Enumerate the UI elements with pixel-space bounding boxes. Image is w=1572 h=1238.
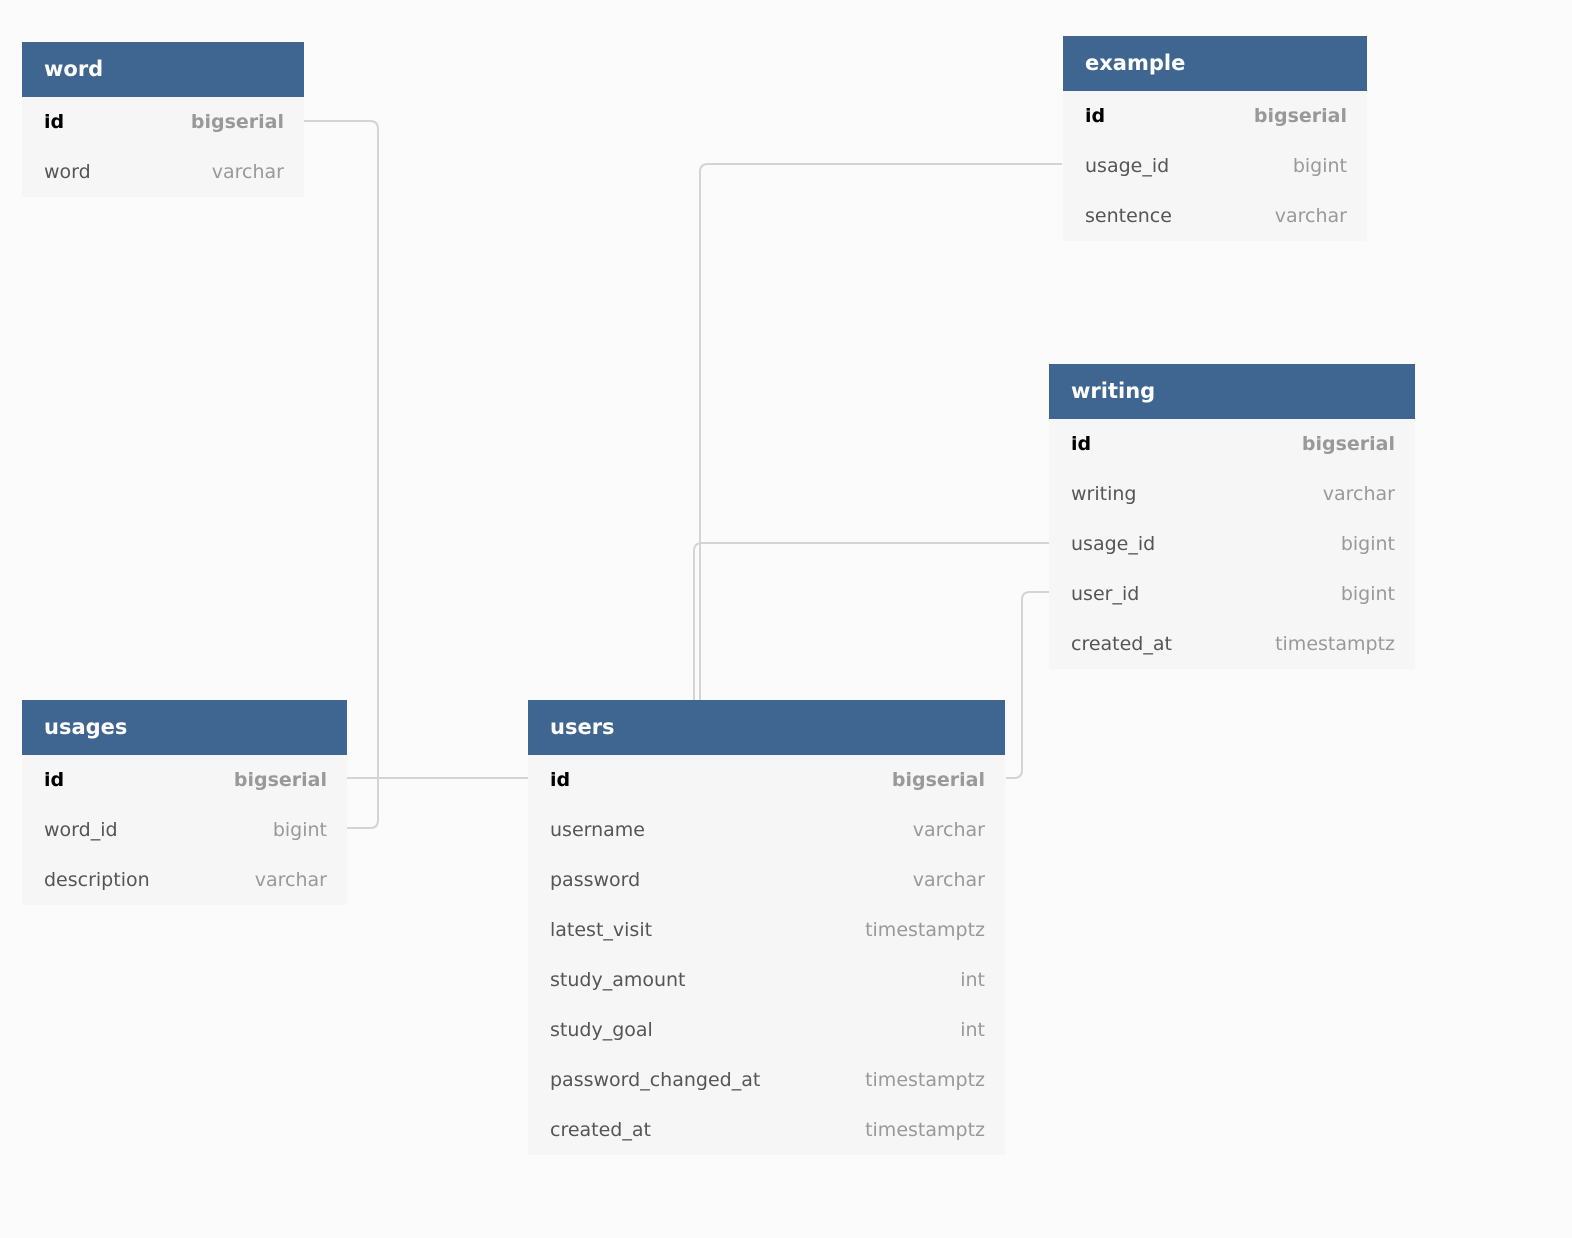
- link-example-usage-id-users[interactable]: [699, 163, 1062, 700]
- table-example[interactable]: example id bigserial usage_id bigint sentence…: [1063, 36, 1367, 241]
- column-row[interactable]: password_changed_at timestamptz: [528, 1055, 1005, 1105]
- link-writing-usage-id-users[interactable]: [693, 542, 1049, 700]
- column-name: word: [44, 161, 91, 183]
- column-row[interactable]: id bigserial: [22, 97, 304, 147]
- column-row[interactable]: sentence varchar: [1063, 191, 1367, 241]
- column-row[interactable]: id bigserial: [528, 755, 1005, 805]
- column-row[interactable]: username varchar: [528, 805, 1005, 855]
- column-name: id: [1071, 433, 1092, 455]
- column-name: writing: [1071, 483, 1137, 505]
- column-type: bigint: [1340, 533, 1395, 555]
- column-type: varchar: [1322, 483, 1395, 505]
- column-row[interactable]: id bigserial: [1063, 91, 1367, 141]
- column-name: latest_visit: [550, 919, 653, 941]
- column-row[interactable]: password varchar: [528, 855, 1005, 905]
- column-type: timestamptz: [865, 1119, 985, 1141]
- column-name: id: [550, 769, 571, 791]
- column-row[interactable]: user_id bigint: [1049, 569, 1415, 619]
- column-type: bigint: [1340, 583, 1395, 605]
- table-header[interactable]: example: [1063, 36, 1367, 91]
- column-row[interactable]: created_at timestamptz: [1049, 619, 1415, 669]
- column-row[interactable]: id bigserial: [1049, 419, 1415, 469]
- column-type: varchar: [912, 869, 985, 891]
- table-usages[interactable]: usages id bigserial word_id bigint descriptio…: [22, 700, 347, 905]
- column-row[interactable]: description varchar: [22, 855, 347, 905]
- column-name: username: [550, 819, 645, 841]
- column-type: varchar: [912, 819, 985, 841]
- column-row[interactable]: study_amount int: [528, 955, 1005, 1005]
- table-header[interactable]: users: [528, 700, 1005, 755]
- column-row[interactable]: id bigserial: [22, 755, 347, 805]
- column-type: bigserial: [190, 111, 284, 133]
- table-users[interactable]: users id bigserial username varchar password v…: [528, 700, 1005, 1155]
- column-type: timestamptz: [865, 919, 985, 941]
- column-row[interactable]: word varchar: [22, 147, 304, 197]
- column-row[interactable]: study_goal int: [528, 1005, 1005, 1055]
- column-name: created_at: [550, 1119, 651, 1141]
- column-type: varchar: [1274, 205, 1347, 227]
- column-type: bigserial: [891, 769, 985, 791]
- column-name: id: [44, 769, 65, 791]
- column-name: word_id: [44, 819, 118, 841]
- column-name: description: [44, 869, 150, 891]
- table-header[interactable]: writing: [1049, 364, 1415, 419]
- column-name: study_goal: [550, 1019, 653, 1041]
- column-row[interactable]: created_at timestamptz: [528, 1105, 1005, 1155]
- column-type: bigserial: [233, 769, 327, 791]
- table-writing[interactable]: writing id bigserial writing varchar usage_id…: [1049, 364, 1415, 669]
- column-name: usage_id: [1085, 155, 1170, 177]
- column-name: password: [550, 869, 641, 891]
- column-type: bigint: [1292, 155, 1347, 177]
- column-type: varchar: [254, 869, 327, 891]
- column-row[interactable]: usage_id bigint: [1049, 519, 1415, 569]
- column-name: user_id: [1071, 583, 1140, 605]
- link-writing-user-id-users-id[interactable]: [1006, 591, 1049, 779]
- column-type: timestamptz: [1275, 633, 1395, 655]
- column-name: study_amount: [550, 969, 686, 991]
- column-type: timestamptz: [865, 1069, 985, 1091]
- column-type: bigint: [272, 819, 327, 841]
- table-header[interactable]: usages: [22, 700, 347, 755]
- column-name: usage_id: [1071, 533, 1156, 555]
- column-row[interactable]: writing varchar: [1049, 469, 1415, 519]
- column-name: sentence: [1085, 205, 1172, 227]
- column-type: int: [960, 1019, 985, 1041]
- column-name: id: [44, 111, 65, 133]
- column-type: int: [960, 969, 985, 991]
- column-name: id: [1085, 105, 1106, 127]
- column-row[interactable]: usage_id bigint: [1063, 141, 1367, 191]
- column-type: bigserial: [1253, 105, 1347, 127]
- column-type: bigserial: [1301, 433, 1395, 455]
- column-name: created_at: [1071, 633, 1172, 655]
- table-word[interactable]: word id bigserial word varchar: [22, 42, 304, 197]
- column-row[interactable]: latest_visit timestamptz: [528, 905, 1005, 955]
- column-type: varchar: [211, 161, 284, 183]
- column-row[interactable]: word_id bigint: [22, 805, 347, 855]
- column-name: password_changed_at: [550, 1069, 761, 1091]
- table-header[interactable]: word: [22, 42, 304, 97]
